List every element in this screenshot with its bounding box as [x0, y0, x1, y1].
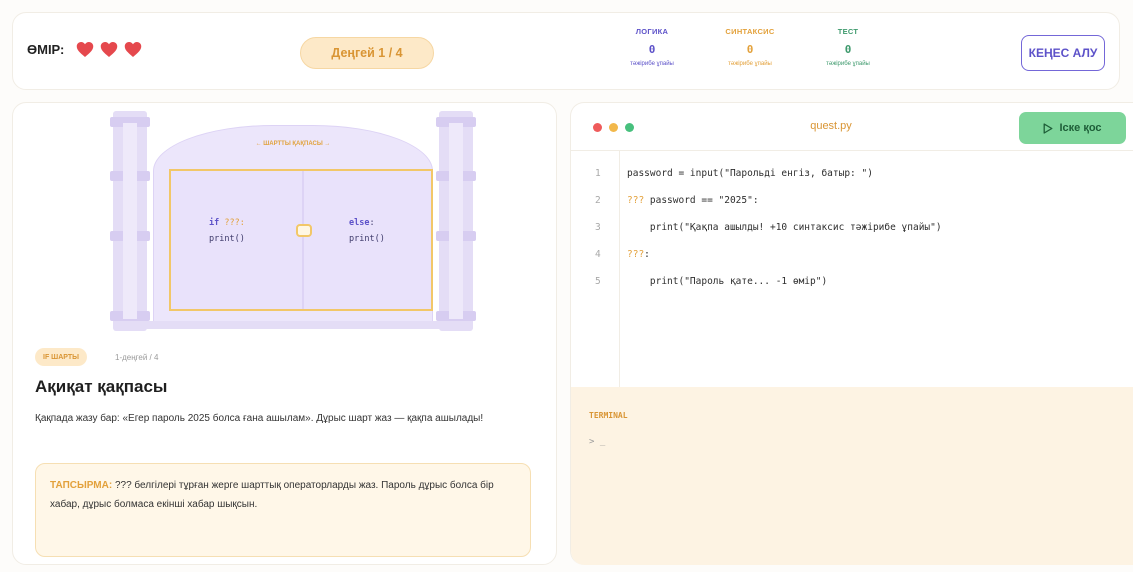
score-name: ТЕСТ	[837, 27, 859, 36]
line-text: password = input("Парольді енгіз, батыр:…	[627, 168, 873, 179]
score-subtitle: тәжірибе ұпайы	[728, 61, 772, 67]
score-test: ТЕСТ 0 тәжірибе ұпайы	[799, 27, 897, 67]
play-icon	[1044, 122, 1053, 134]
code-segment: print("Пароль қате... -1 өмір")	[627, 275, 828, 287]
window-dot-red	[593, 123, 602, 132]
door-split	[302, 171, 304, 309]
lives-indicator: ӨМІР:	[27, 41, 142, 58]
code-keyword: if	[209, 218, 220, 228]
heart-icon	[125, 42, 142, 57]
gate-base	[143, 321, 443, 329]
heart-icon	[101, 42, 118, 57]
score-name: СИНТАКСИС	[725, 27, 775, 36]
topic-badge: IF ШАРТЫ	[35, 348, 87, 366]
lock-icon	[296, 224, 312, 237]
quest-description: Қақпада жазу бар: «Егер пароль 2025 болс…	[35, 413, 484, 424]
code-line[interactable]: 4 ???:	[571, 244, 650, 264]
quest-panel: ← ШАРТТЫ ҚАҚПАСЫ → if ???: print() else:…	[12, 102, 557, 565]
gate-pillar	[436, 111, 476, 331]
top-bar: ӨМІР: Деңгей 1 / 4 ЛОГИКА 0 тәжірибе ұпа…	[12, 12, 1120, 90]
code-line[interactable]: 2 ??? password == "2025":	[571, 190, 759, 210]
score-syntax: СИНТАКСИС 0 тәжірибе ұпайы	[701, 27, 799, 67]
door-code-right: else: print()	[349, 215, 385, 247]
code-line[interactable]: 1 password = input("Парольді енгіз, баты…	[571, 163, 873, 183]
score-value: 0	[648, 43, 656, 56]
code-segment: :	[644, 248, 650, 260]
gate-pillar	[110, 111, 150, 331]
task-label: ТАПСЫРМА:	[50, 480, 113, 491]
code-keyword: else	[349, 218, 370, 228]
score-subtitle: тәжірибе ұпайы	[826, 61, 870, 67]
code-placeholder: ???:	[224, 218, 245, 228]
score-name: ЛОГИКА	[635, 27, 669, 36]
task-text: ??? белгілері тұрған жерге шарттық опера…	[50, 480, 494, 510]
code-segment: print("Қақпа ашылды! +10 синтаксис тәжір…	[627, 221, 942, 233]
window-dot-green	[625, 123, 634, 132]
score-subtitle: тәжірибе ұпайы	[630, 61, 674, 67]
code-colon: :	[369, 218, 375, 228]
score-value: 0	[844, 43, 852, 56]
pillar-inner	[449, 123, 463, 319]
pillar-inner	[123, 123, 137, 319]
code-editor[interactable]: 1 password = input("Парольді енгіз, баты…	[571, 151, 1133, 387]
score-logic: ЛОГИКА 0 тәжірибе ұпайы	[603, 27, 701, 67]
score-panel: ЛОГИКА 0 тәжірибе ұпайы СИНТАКСИС 0 тәжі…	[603, 27, 897, 67]
gate-sign: ← ШАРТТЫ ҚАҚПАСЫ →	[255, 141, 331, 147]
level-small: 1-деңгей / 4	[115, 353, 159, 362]
lives-label: ӨМІР:	[27, 42, 65, 57]
door-code-left: if ???: print()	[209, 215, 245, 247]
code-editor-panel: quest.py Іске қос 1 password = input("Па…	[570, 102, 1133, 565]
quest-title: Ақиқат қақпасы	[35, 377, 168, 396]
gate-illustration: ← ШАРТТЫ ҚАҚПАСЫ → if ???: print() else:…	[110, 111, 476, 339]
file-name: quest.py	[810, 120, 852, 132]
line-text: print("Пароль қате... -1 өмір")	[627, 276, 827, 287]
terminal-prompt[interactable]: > _	[589, 437, 605, 447]
code-segment: password = input("Парольді енгіз, батыр:…	[627, 167, 873, 179]
task-box: ТАПСЫРМА: ??? белгілері тұрған жерге шар…	[35, 463, 531, 557]
run-button-label: Іске қос	[1059, 122, 1102, 134]
code-line[interactable]: 5 print("Пароль қате... -1 өмір")	[571, 271, 827, 291]
line-text: ???:	[627, 249, 650, 260]
line-text: print("Қақпа ашылды! +10 синтаксис тәжір…	[627, 222, 942, 233]
editor-toolbar: quest.py Іске қос	[571, 103, 1133, 151]
code-print: print()	[209, 234, 245, 244]
level-indicator: Деңгей 1 / 4	[300, 37, 434, 69]
code-segment: password == "2025":	[644, 194, 759, 206]
heart-icon	[77, 42, 94, 57]
window-dot-yellow	[609, 123, 618, 132]
code-placeholder: ???	[627, 248, 645, 260]
code-line[interactable]: 3 print("Қақпа ашылды! +10 синтаксис тәж…	[571, 217, 942, 237]
line-text: ??? password == "2025":	[627, 195, 759, 206]
terminal-label: TERMINAL	[589, 411, 628, 420]
gutter-divider	[619, 151, 620, 387]
terminal-panel: TERMINAL > _	[571, 387, 1133, 565]
gate-door: if ???: print() else: print()	[169, 169, 433, 311]
score-value: 0	[746, 43, 754, 56]
run-button[interactable]: Іске қос	[1019, 112, 1126, 144]
hint-button[interactable]: КЕҢЕС АЛУ	[1021, 35, 1105, 71]
code-placeholder: ???	[627, 194, 645, 206]
code-print: print()	[349, 234, 385, 244]
